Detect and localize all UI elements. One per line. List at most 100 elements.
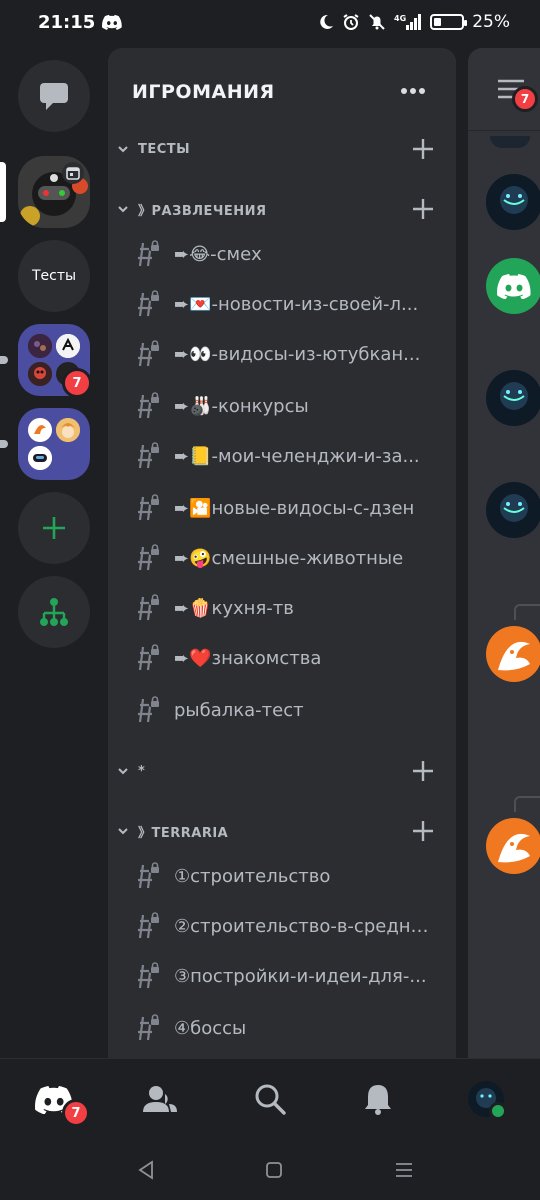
channel-item[interactable]: ➨🤪смешные-животные [132,538,442,578]
server-rail: Тесты 7 [0,48,108,1058]
chat-header: 7 [468,48,540,131]
category-fun[interactable]: 》РАЗВЛЕЧЕНИЯ [114,196,444,222]
home-unread-badge: 7 [62,1099,90,1127]
message-avatar[interactable] [486,818,540,874]
channel-item[interactable]: ➨🍿кухня-тв [132,588,442,628]
back-icon[interactable] [134,1158,158,1182]
locked-text-channel-icon [138,862,160,889]
channel-item[interactable]: ④боссы [132,1008,442,1048]
channel-item[interactable]: ①строительство [132,856,442,896]
category-star[interactable]: * [114,758,444,784]
channel-item[interactable]: рыбалка-тест [132,690,442,730]
channel-item[interactable]: ➨😂-смех [132,234,442,274]
channel-item[interactable]: ➨📒-мои-челенджи-и-за... [132,436,442,476]
category-terraria[interactable]: 》TERRARIA [114,818,444,844]
channel-name: ➨💌-новости-из-своей-л... [174,293,419,315]
channel-name: ➨🎦новые-видосы-с-дзен [174,497,415,519]
chat-bubble-icon [40,83,68,110]
locked-text-channel-icon [138,340,160,367]
do-not-disturb-moon-icon [320,14,334,29]
discord-default-avatar[interactable] [486,258,540,314]
search-tab[interactable] [248,1077,292,1121]
home-square-icon[interactable] [262,1158,286,1182]
server-folder-2[interactable] [18,408,90,480]
online-status-dot [489,1102,507,1120]
avatar-partial [490,136,530,148]
channel-name: ➨📒-мои-челенджи-и-за... [174,445,420,467]
channel-item[interactable]: ➨💌-новости-из-своей-л... [132,284,442,324]
notifications-tab[interactable] [356,1077,400,1121]
locked-text-channel-icon [138,442,160,469]
channel-item[interactable]: ➨👀-видосы-из-ютубкан... [132,334,442,374]
chevron-down-icon [118,768,128,775]
locked-text-channel-icon [138,392,160,419]
status-bar: 21:15 4G 25% [0,0,540,48]
chevron-down-icon [118,146,128,153]
plus-icon [43,517,65,539]
friends-icon [143,1086,177,1112]
category-name: * [138,763,146,779]
unread-indicator [0,440,8,448]
folder-server-avatar [28,334,52,358]
server-igromania[interactable] [18,156,90,228]
status-icons: 4G 25% [318,12,510,32]
channel-name: ④боссы [174,1017,247,1039]
member-list-badge: 7 [512,86,538,112]
friends-tab[interactable] [138,1077,182,1121]
battery-icon [430,14,468,30]
search-icon [255,1084,286,1115]
more-dots-icon[interactable] [400,84,426,95]
channel-name: ①строительство [174,865,331,887]
channel-item[interactable]: ②строительство-в-средне... [132,906,442,946]
locked-text-channel-icon [138,962,160,989]
profile-tab[interactable] [464,1077,508,1121]
locked-text-channel-icon [138,594,160,621]
folder-server-astron [56,334,80,358]
add-server-button[interactable] [18,492,90,564]
chat-area: 7 [468,48,540,1058]
chevron-down-icon [118,828,128,835]
category-name: ТЕСТЫ [138,141,191,157]
recents-menu-icon[interactable] [392,1158,416,1182]
muted-bell-icon [369,14,385,30]
add-channel-plus-icon[interactable] [410,196,436,222]
message-avatar[interactable] [486,482,540,538]
add-channel-plus-icon[interactable] [410,758,436,784]
member-list-button[interactable]: 7 [496,78,538,112]
channel-name: ➨❤️знакомства [174,647,322,669]
server-folder-1[interactable]: 7 [18,324,92,398]
locked-text-channel-icon [138,240,160,267]
channel-name: ➨🤪смешные-животные [174,547,404,569]
folder-server-fox [28,418,52,442]
home-tab[interactable]: 7 [32,1077,90,1127]
alarm-icon [343,14,359,30]
server-tests[interactable]: Тесты [18,240,90,312]
reply-connector [514,604,540,620]
locked-text-channel-icon [138,290,160,317]
system-navigation [0,1142,540,1200]
channel-item[interactable]: ③постройки-и-идеи-для-... [132,956,442,996]
notifications-bell-icon [365,1085,391,1115]
status-time: 21:15 [38,12,96,33]
category-name: 》РАЗВЛЕЧЕНИЯ [138,203,267,219]
explore-servers-button[interactable] [18,576,90,648]
channel-item[interactable]: ➨❤️знакомства [132,638,442,678]
direct-messages-button[interactable] [18,60,90,132]
category-tests[interactable]: ТЕСТЫ [114,136,444,162]
channel-item[interactable]: ➨🎦новые-видосы-с-дзен [132,488,442,528]
add-channel-plus-icon[interactable] [410,136,436,162]
server-name[interactable]: ИГРОМАНИЯ [132,81,275,103]
message-avatar[interactable] [486,174,540,230]
message-avatar[interactable] [486,370,540,426]
category-name: 》TERRARIA [138,825,229,841]
calendar-icon [62,162,84,184]
battery-percent: 25% [472,12,510,32]
add-channel-plus-icon[interactable] [410,818,436,844]
folder-server-anime [56,418,80,442]
channel-name: рыбалка-тест [174,699,304,721]
message-avatar[interactable] [486,626,540,682]
folder-server-skull [28,362,52,386]
locked-text-channel-icon [138,544,160,571]
channel-name: ➨🍿кухня-тв [174,597,294,619]
channel-item[interactable]: ➨🎳-конкурсы [132,386,442,426]
